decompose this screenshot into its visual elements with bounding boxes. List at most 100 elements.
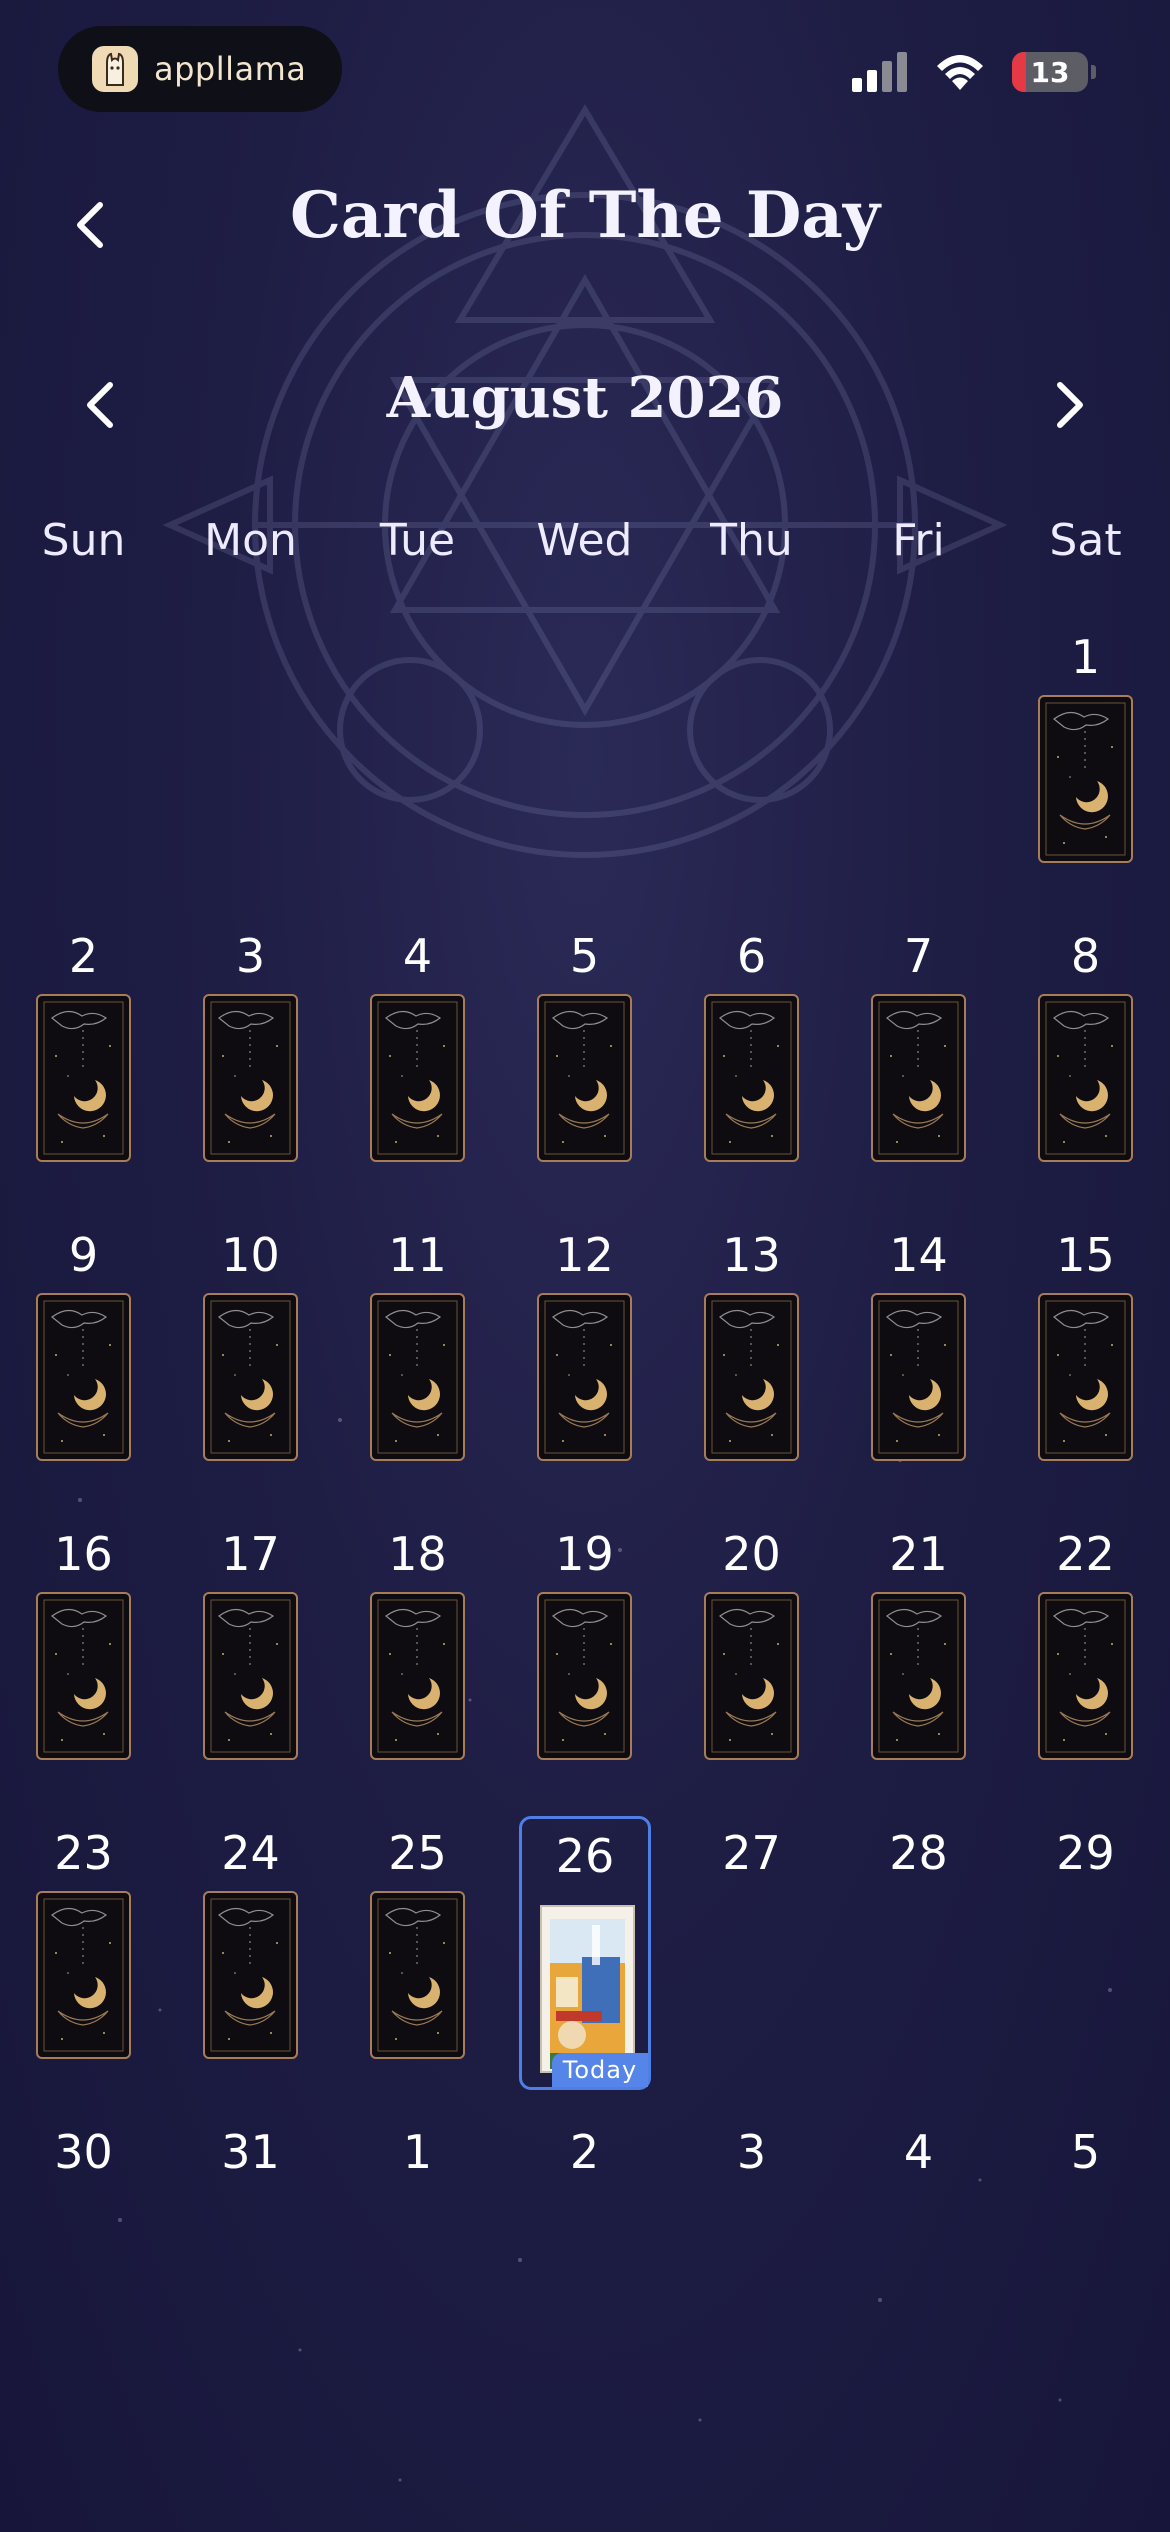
day-number: 26 — [555, 1829, 615, 1883]
calendar-day-cell[interactable]: 16 — [0, 1527, 167, 1807]
llama-logo-icon — [92, 46, 138, 92]
crescent-moon-card-icon[interactable] — [1038, 1293, 1133, 1461]
calendar-day-cell: 2 — [501, 2125, 668, 2405]
calendar-day-cell: 5 — [1002, 2125, 1169, 2405]
day-number: 17 — [221, 1527, 280, 1581]
calendar-day-cell[interactable]: 4 — [334, 929, 501, 1209]
battery-icon: 13 — [1012, 52, 1096, 92]
calendar-day-cell: 30 — [0, 2125, 167, 2405]
weekday-label: Sun — [41, 515, 126, 566]
day-number: 7 — [903, 929, 934, 983]
day-number: 29 — [1056, 1826, 1115, 1880]
weekday-label: Wed — [536, 515, 633, 566]
calendar-day-cell[interactable]: 3 — [167, 929, 334, 1209]
day-number: 2 — [569, 2125, 600, 2179]
day-number: 1 — [1070, 630, 1101, 684]
calendar-day-cell[interactable]: 22 — [1002, 1527, 1169, 1807]
calendar-day-cell[interactable]: 20 — [668, 1527, 835, 1807]
day-number: 21 — [889, 1527, 948, 1581]
calendar-day-cell[interactable]: 19 — [501, 1527, 668, 1807]
calendar-day-cell[interactable]: 24 — [167, 1826, 334, 2106]
crescent-moon-card-icon[interactable] — [203, 1592, 298, 1760]
calendar-day-cell[interactable]: 2 — [0, 929, 167, 1209]
weekday-header: Sun Mon Tue Wed Thu Fri Sat — [0, 515, 1170, 585]
day-number: 23 — [54, 1826, 113, 1880]
day-number: 4 — [903, 2125, 934, 2179]
day-number: 15 — [1056, 1228, 1115, 1282]
calendar-day-cell[interactable]: 13 — [668, 1228, 835, 1508]
crescent-moon-card-icon[interactable] — [1038, 1592, 1133, 1760]
day-number: 8 — [1070, 929, 1101, 983]
crescent-moon-card-icon[interactable] — [704, 1592, 799, 1760]
calendar-day-cell: 29 — [1002, 1826, 1169, 2106]
crescent-moon-card-icon[interactable] — [203, 1293, 298, 1461]
day-number: 22 — [1056, 1527, 1115, 1581]
calendar-day-cell[interactable]: 10 — [167, 1228, 334, 1508]
crescent-moon-card-icon[interactable] — [370, 1891, 465, 2059]
chevron-right-icon — [1057, 382, 1083, 428]
calendar-day-cell[interactable]: 5 — [501, 929, 668, 1209]
crescent-moon-card-icon[interactable] — [370, 1592, 465, 1760]
crescent-moon-card-icon[interactable] — [36, 1891, 131, 2059]
day-number: 14 — [889, 1228, 948, 1282]
calendar-day-cell[interactable]: 12 — [501, 1228, 668, 1508]
calendar-day-cell[interactable]: 14 — [835, 1228, 1002, 1508]
calendar-day-cell[interactable]: 11 — [334, 1228, 501, 1508]
weekday-label: Mon — [204, 515, 297, 566]
tarot-card-icon[interactable] — [540, 1905, 635, 2073]
crescent-moon-card-icon[interactable] — [871, 994, 966, 1162]
crescent-moon-card-icon[interactable] — [871, 1293, 966, 1461]
next-month-button[interactable] — [1040, 370, 1100, 440]
day-number: 1 — [402, 2125, 433, 2179]
calendar-day-cell[interactable]: 18 — [334, 1527, 501, 1807]
day-number: 9 — [68, 1228, 99, 1282]
crescent-moon-card-icon[interactable] — [370, 994, 465, 1162]
crescent-moon-card-icon[interactable] — [36, 1293, 131, 1461]
day-number: 28 — [889, 1826, 948, 1880]
weekday-label: Thu — [710, 515, 793, 566]
calendar-day-cell[interactable]: 1 — [1002, 630, 1169, 910]
calendar-day-cell[interactable]: 7 — [835, 929, 1002, 1209]
day-number: 10 — [221, 1228, 280, 1282]
today-cell[interactable]: 26 Today — [519, 1816, 651, 2090]
calendar-day-cell: 27 — [668, 1826, 835, 2106]
calendar-day-cell[interactable]: 8 — [1002, 929, 1169, 1209]
brand-name: appllama — [154, 50, 307, 88]
day-number: 31 — [221, 2125, 280, 2179]
crescent-moon-card-icon[interactable] — [537, 994, 632, 1162]
calendar-day-cell[interactable]: 15 — [1002, 1228, 1169, 1508]
day-number: 19 — [555, 1527, 614, 1581]
calendar-day-cell[interactable]: 17 — [167, 1527, 334, 1807]
crescent-moon-card-icon[interactable] — [36, 1592, 131, 1760]
crescent-moon-card-icon[interactable] — [537, 1293, 632, 1461]
day-number: 6 — [736, 929, 767, 983]
crescent-moon-card-icon[interactable] — [1038, 994, 1133, 1162]
calendar-day-cell[interactable]: 25 — [334, 1826, 501, 2106]
crescent-moon-card-icon[interactable] — [537, 1592, 632, 1760]
calendar-day-cell[interactable]: 21 — [835, 1527, 1002, 1807]
day-number: 20 — [722, 1527, 781, 1581]
page-title: Card Of The Day — [289, 178, 881, 253]
crescent-moon-card-icon[interactable] — [370, 1293, 465, 1461]
day-number: 18 — [388, 1527, 447, 1581]
day-number: 3 — [736, 2125, 767, 2179]
day-number: 4 — [402, 929, 433, 983]
calendar-day-cell[interactable]: 23 — [0, 1826, 167, 2106]
day-number: 2 — [68, 929, 99, 983]
calendar-day-cell: 3 — [668, 2125, 835, 2405]
crescent-moon-card-icon[interactable] — [871, 1592, 966, 1760]
crescent-moon-card-icon[interactable] — [1038, 695, 1133, 863]
calendar-day-cell[interactable]: 9 — [0, 1228, 167, 1508]
day-number: 27 — [722, 1826, 781, 1880]
day-number: 5 — [1070, 2125, 1101, 2179]
crescent-moon-card-icon[interactable] — [704, 1293, 799, 1461]
crescent-moon-card-icon[interactable] — [704, 994, 799, 1162]
day-number: 12 — [555, 1228, 614, 1282]
battery-level: 13 — [1030, 55, 1070, 89]
status-icons: 13 — [852, 52, 1096, 92]
crescent-moon-card-icon[interactable] — [203, 1891, 298, 2059]
calendar-day-cell[interactable]: 6 — [668, 929, 835, 1209]
crescent-moon-card-icon[interactable] — [36, 994, 131, 1162]
brand-pill[interactable]: appllama — [58, 26, 342, 112]
crescent-moon-card-icon[interactable] — [203, 994, 298, 1162]
